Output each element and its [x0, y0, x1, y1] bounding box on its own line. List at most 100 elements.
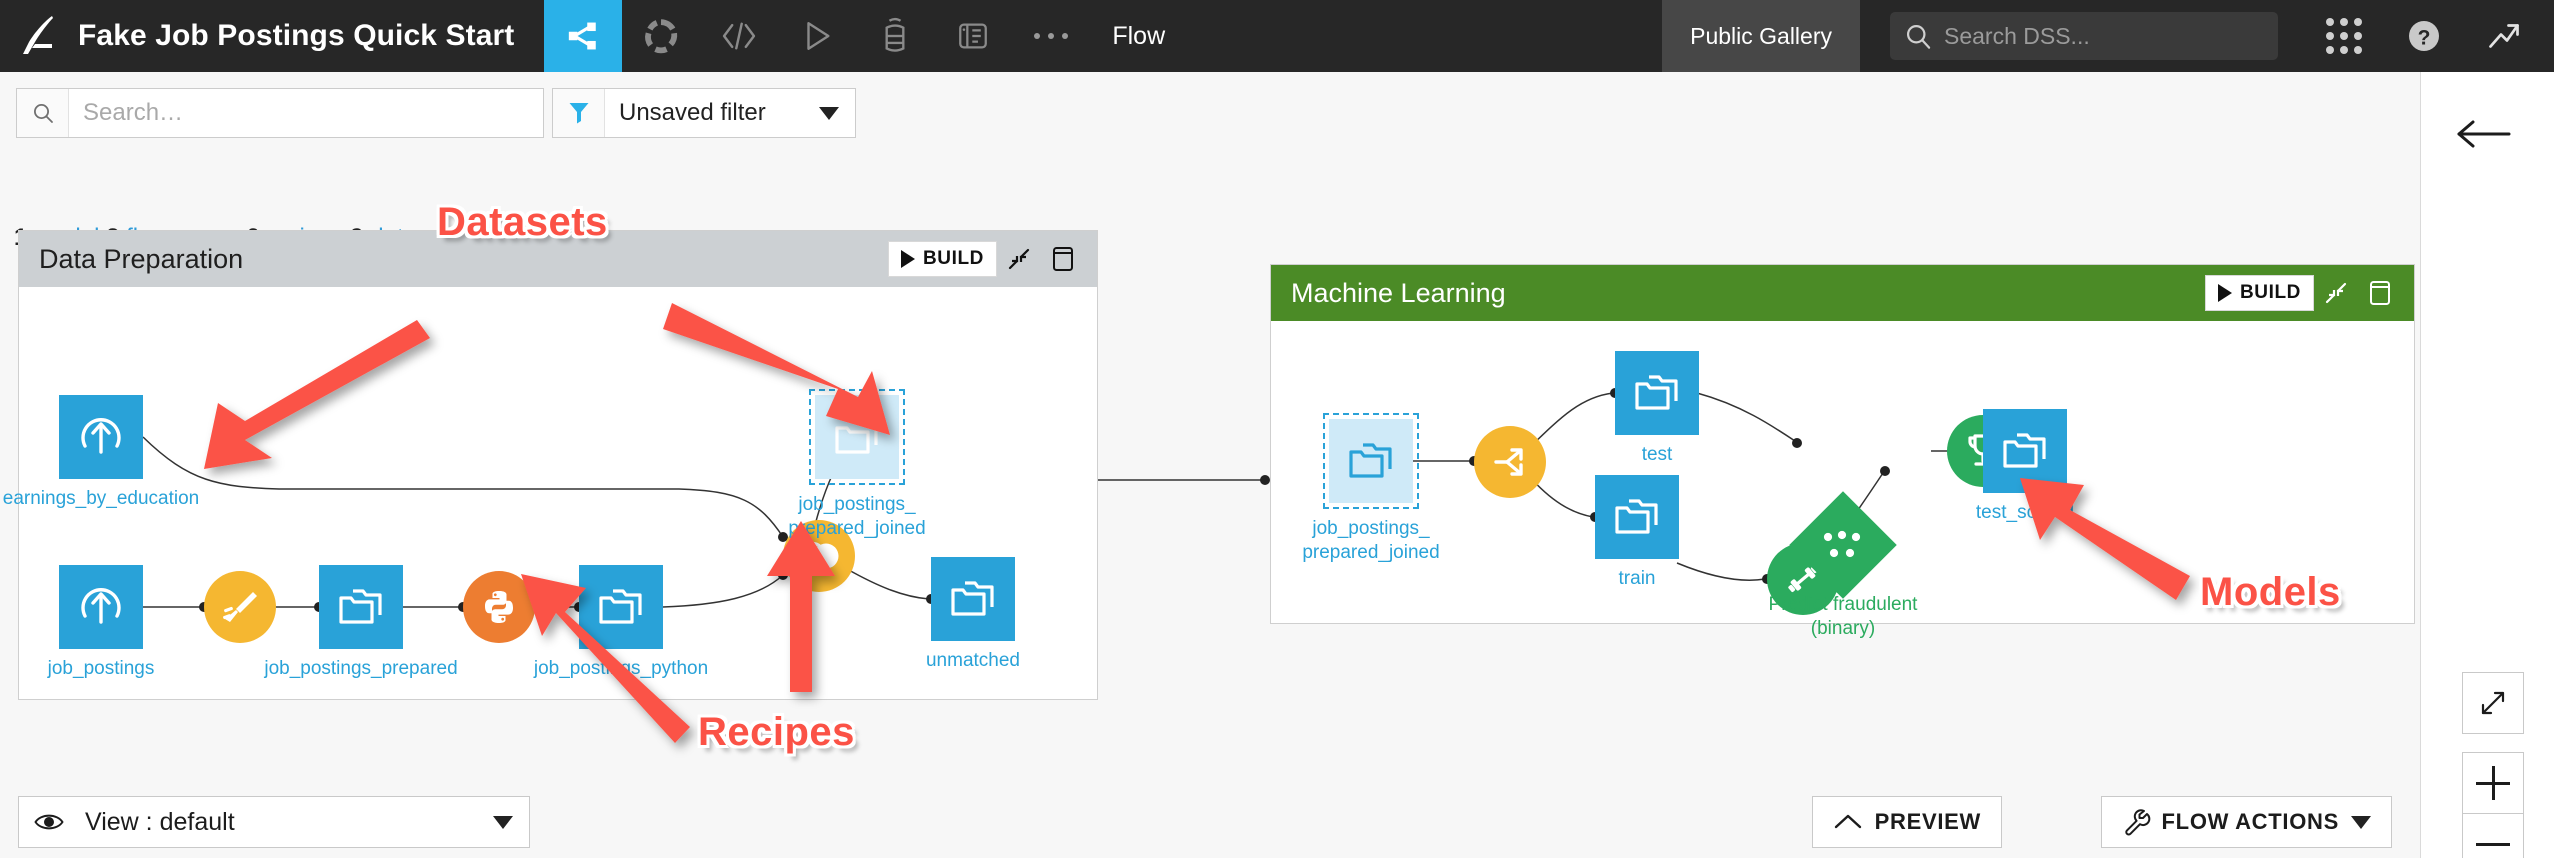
flow-node-ml-job-postings-prepared-joined[interactable]: job_postings_ prepared_joined: [1302, 413, 1440, 563]
zoom-controls: [2462, 752, 2524, 858]
flow-node-test-scored[interactable]: test_scored: [1976, 409, 2074, 523]
annotation-recipes: Recipes: [698, 710, 855, 754]
search-icon: [17, 89, 69, 137]
zone-window-button[interactable]: [1041, 239, 1085, 279]
nav-code-icon[interactable]: [700, 0, 778, 72]
nav-jobs-icon[interactable]: [778, 0, 856, 72]
topbar-right-icons: ?: [2278, 0, 2554, 72]
global-search-placeholder: Search DSS...: [1944, 22, 2090, 49]
flow-node-job-postings[interactable]: job_postings: [48, 565, 154, 679]
flow-node-train[interactable]: train: [1595, 475, 1679, 589]
apps-grid-icon: [2326, 18, 2362, 54]
help-button[interactable]: ?: [2384, 18, 2464, 54]
model-diamond-icon: [1823, 530, 1861, 558]
nav-wiki-icon[interactable]: [934, 0, 1012, 72]
dataset-square[interactable]: [579, 565, 663, 649]
chevron-down-icon: [493, 815, 513, 829]
dataset-square-selected[interactable]: [809, 389, 905, 485]
dataset-square[interactable]: [1983, 409, 2067, 493]
flow-search-input[interactable]: [69, 90, 543, 136]
recipe-circle[interactable]: [204, 571, 276, 643]
folder-stack-icon: [2003, 433, 2046, 468]
flow-node-python-recipe[interactable]: [463, 571, 535, 643]
dataset-square[interactable]: [1595, 475, 1679, 559]
node-label: train: [1618, 568, 1656, 589]
view-selector[interactable]: View : default: [18, 796, 530, 848]
flow-node-job-postings-prepared-joined[interactable]: job_postings_ prepared_joined: [788, 389, 926, 539]
recipe-circle[interactable]: [463, 571, 535, 643]
back-button[interactable]: [2455, 114, 2515, 159]
nav-dashboards-icon[interactable]: [622, 0, 700, 72]
zone-collapse-button[interactable]: [997, 239, 1041, 279]
folder-stack-icon: [1615, 499, 1658, 534]
flow-node-prepare-recipe[interactable]: [204, 571, 276, 643]
node-label: Predict fraudulent (binary): [1768, 594, 1918, 639]
public-gallery-button[interactable]: Public Gallery: [1662, 0, 1860, 72]
zone-build-label: BUILD: [2239, 282, 2301, 303]
flow-node-job-postings-prepared[interactable]: job_postings_prepared: [264, 565, 458, 679]
monitoring-button[interactable]: [2464, 18, 2544, 54]
view-selector-label: View : default: [85, 807, 235, 836]
saved-filter-select[interactable]: Unsaved filter: [552, 88, 856, 138]
fit-to-screen-button[interactable]: [2462, 672, 2524, 734]
apps-grid-button[interactable]: [2304, 18, 2384, 54]
flow-node-unmatched[interactable]: unmatched: [926, 557, 1020, 671]
nav-lab-icon[interactable]: [856, 0, 934, 72]
flow-zone-data-preparation[interactable]: Data Preparation BUILD earnings_by_educa…: [3, 230, 1098, 700]
preview-button[interactable]: PREVIEW: [1811, 796, 2002, 848]
saved-filter-value: Unsaved filter: [619, 99, 766, 126]
flow-canvas[interactable]: Data Preparation BUILD earnings_by_educa…: [0, 190, 2420, 800]
folder-stack-icon: [599, 589, 642, 624]
zone-build-button[interactable]: BUILD: [887, 241, 997, 277]
folder-stack-icon: [951, 581, 994, 616]
dataset-square-selected[interactable]: [1323, 413, 1419, 509]
nav-more-icon[interactable]: [1012, 0, 1090, 72]
flow-actions-button[interactable]: FLOW ACTIONS: [2100, 796, 2392, 848]
zoom-out-button[interactable]: [2462, 814, 2524, 858]
global-search-box[interactable]: Search DSS...: [1890, 12, 2278, 60]
svg-text:?: ?: [2418, 26, 2431, 49]
upload-circle-arrow-icon: [81, 418, 121, 454]
flow-node-predict-fraudulent-model[interactable]: Predict fraudulent (binary): [1769, 491, 1917, 639]
flow-node-earnings-by-education[interactable]: earnings_by_education: [3, 395, 199, 509]
folder-stack-icon: [1635, 375, 1678, 410]
fit-screen-button[interactable]: [2462, 672, 2524, 734]
dataiku-bird-logo[interactable]: [0, 0, 78, 72]
dataset-square[interactable]: [1615, 351, 1699, 435]
funnel-icon: [553, 89, 605, 137]
chevron-up-icon: [1834, 814, 1861, 829]
zone-build-button[interactable]: BUILD: [2204, 275, 2314, 311]
dataiku-bird-logo-glyph: [23, 16, 53, 54]
node-label: unmatched: [925, 650, 1021, 671]
flow-search-field[interactable]: [16, 88, 544, 138]
dataset-square[interactable]: [59, 395, 143, 479]
collapse-arrows-icon: [2325, 282, 2347, 304]
zone-window-button[interactable]: [2358, 273, 2402, 313]
python-snake-icon: [485, 591, 513, 623]
dataset-square[interactable]: [319, 565, 403, 649]
flow-node-split-recipe[interactable]: [1474, 426, 1546, 498]
lab-flask-icon: [885, 17, 905, 52]
project-title[interactable]: Fake Job Postings Quick Start: [78, 0, 544, 72]
collapse-arrows-icon: [1008, 248, 1030, 270]
minus-icon: [2476, 828, 2510, 858]
dataset-square[interactable]: [59, 565, 143, 649]
zone-body-data-preparation[interactable]: earnings_by_education job_postings job_p…: [3, 287, 1097, 699]
nav-flow-icon[interactable]: [544, 0, 623, 72]
zone-collapse-button[interactable]: [2314, 273, 2358, 313]
preview-button-label: PREVIEW: [1874, 809, 1981, 834]
zone-title: Machine Learning: [1291, 277, 1506, 308]
eye-icon: [27, 812, 71, 832]
zone-window-icon: [2370, 281, 2390, 305]
chevron-down-icon: [819, 106, 839, 120]
flow-node-job-postings-python[interactable]: job_postings_python: [534, 565, 708, 679]
model-diamond[interactable]: [1789, 491, 1897, 599]
recipe-circle[interactable]: [1474, 426, 1546, 498]
right-side-panel: [2420, 72, 2554, 858]
flow-node-test[interactable]: test: [1615, 351, 1699, 465]
play-triangle-icon: [900, 250, 915, 268]
zoom-in-button[interactable]: [2462, 752, 2524, 814]
dataset-square[interactable]: [931, 557, 1015, 641]
section-label[interactable]: Flow: [1090, 0, 1187, 72]
